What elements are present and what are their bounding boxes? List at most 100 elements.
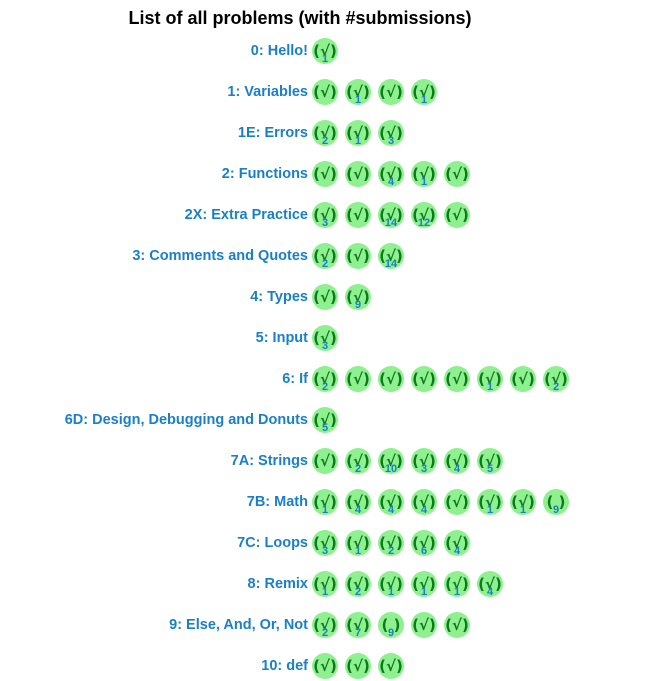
submission-status-mark: (√) (511, 370, 535, 388)
problem-link[interactable]: 7C: Loops (0, 535, 312, 551)
unsolved-submission-icon[interactable]: ( ) 9 (543, 489, 569, 516)
solved-submission-icon[interactable]: (√) 1 (312, 38, 338, 65)
solved-submission-icon[interactable]: (√) (378, 79, 404, 105)
solved-submission-icon[interactable]: (√) (444, 489, 470, 515)
solved-submission-icon[interactable]: (√) 1 (312, 571, 338, 598)
submission-badges: (√) 2 (√) 7 ( ) 9 (√) (√) (312, 612, 477, 639)
solved-submission-icon[interactable]: (√) 4 (345, 489, 371, 516)
solved-submission-icon[interactable]: (√) 2 (312, 243, 338, 270)
solved-submission-icon[interactable]: (√) 3 (411, 448, 437, 475)
problem-link[interactable]: 2X: Extra Practice (0, 207, 312, 223)
submission-count: 6 (420, 545, 428, 557)
solved-submission-icon[interactable]: (√) (444, 612, 470, 638)
solved-submission-icon[interactable]: (√) (444, 202, 470, 228)
solved-submission-icon[interactable]: (√) (312, 653, 338, 679)
submission-count: 1 (420, 176, 428, 188)
problem-link[interactable]: 7A: Strings (0, 453, 312, 469)
solved-submission-icon[interactable]: (√) (312, 161, 338, 187)
solved-submission-icon[interactable]: (√) 5 (477, 448, 503, 475)
solved-submission-icon[interactable]: (√) 2 (312, 120, 338, 147)
problem-link[interactable]: 8: Remix (0, 576, 312, 592)
solved-submission-icon[interactable]: (√) (411, 366, 437, 392)
problem-link[interactable]: 5: Input (0, 330, 312, 346)
solved-submission-icon[interactable]: (√) 1 (312, 489, 338, 516)
solved-submission-icon[interactable]: (√) 3 (312, 530, 338, 557)
solved-submission-icon[interactable]: (√) 2 (345, 571, 371, 598)
solved-submission-icon[interactable]: (√) (510, 366, 536, 392)
solved-submission-icon[interactable]: (√) (411, 612, 437, 638)
problem-link[interactable]: 1E: Errors (0, 125, 312, 141)
problem-row: 5: Input (√) 3 (0, 323, 345, 353)
solved-submission-icon[interactable]: (√) (345, 366, 371, 392)
solved-submission-icon[interactable]: (√) (444, 366, 470, 392)
solved-submission-icon[interactable]: (√) 6 (411, 530, 437, 557)
submission-status-mark: (√) (313, 288, 337, 306)
solved-submission-icon[interactable]: (√) 4 (378, 161, 404, 188)
solved-submission-icon[interactable]: (√) (345, 243, 371, 269)
problem-link[interactable]: 1: Variables (0, 84, 312, 100)
solved-submission-icon[interactable]: (√) 1 (477, 366, 503, 393)
solved-submission-icon[interactable]: (√) 3 (312, 202, 338, 229)
solved-submission-icon[interactable]: (√) 4 (444, 530, 470, 557)
solved-submission-icon[interactable]: (√) 2 (312, 612, 338, 639)
solved-submission-icon[interactable]: (√) 1 (411, 571, 437, 598)
solved-submission-icon[interactable]: (√) 1 (411, 161, 437, 188)
submission-count: 4 (453, 463, 461, 475)
submission-status-mark: (√) (379, 370, 403, 388)
submission-count: 14 (384, 217, 398, 229)
solved-submission-icon[interactable]: (√) 2 (378, 530, 404, 557)
solved-submission-icon[interactable]: (√) 1 (345, 120, 371, 147)
submission-badges: (√) (√) (√) (312, 653, 411, 679)
solved-submission-icon[interactable]: (√) (312, 79, 338, 105)
problem-link[interactable]: 3: Comments and Quotes (0, 248, 312, 264)
solved-submission-icon[interactable]: (√) (378, 653, 404, 679)
solved-submission-icon[interactable]: (√) (345, 653, 371, 679)
solved-submission-icon[interactable]: (√) 3 (378, 120, 404, 147)
solved-submission-icon[interactable]: (√) 1 (477, 489, 503, 516)
problem-link[interactable]: 6: If (0, 371, 312, 387)
problem-link[interactable]: 9: Else, And, Or, Not (0, 617, 312, 633)
solved-submission-icon[interactable]: (√) 2 (312, 366, 338, 393)
solved-submission-icon[interactable]: (√) 3 (312, 325, 338, 352)
solved-submission-icon[interactable]: (√) (378, 366, 404, 392)
solved-submission-icon[interactable]: (√) 14 (378, 202, 404, 229)
solved-submission-icon[interactable]: (√) 7 (345, 612, 371, 639)
problem-row: 6: If (√) 2 (√) (√) (√) (√) (√) 1 (√) (√) 2 (0, 364, 576, 394)
solved-submission-icon[interactable]: (√) 4 (444, 448, 470, 475)
solved-submission-icon[interactable]: (√) 4 (411, 489, 437, 516)
submission-count: 4 (387, 504, 395, 516)
submission-count: 1 (420, 586, 428, 598)
problem-link[interactable]: 6D: Design, Debugging and Donuts (0, 412, 312, 428)
submission-badges: (√) (√) (√) 4 (√) 1 (√) (312, 161, 477, 188)
solved-submission-icon[interactable]: (√) 14 (378, 243, 404, 270)
problem-link[interactable]: 2: Functions (0, 166, 312, 182)
submission-count: 2 (387, 545, 395, 557)
problem-link[interactable]: 10: def (0, 658, 312, 674)
solved-submission-icon[interactable]: (√) 1 (378, 571, 404, 598)
solved-submission-icon[interactable]: (√) (312, 284, 338, 310)
problem-link[interactable]: 0: Hello! (0, 43, 312, 59)
solved-submission-icon[interactable]: (√) 4 (378, 489, 404, 516)
solved-submission-icon[interactable]: (√) 1 (411, 79, 437, 106)
problem-link[interactable]: 4: Types (0, 289, 312, 305)
solved-submission-icon[interactable]: (√) (345, 202, 371, 228)
solved-submission-icon[interactable]: (√) 5 (312, 407, 338, 434)
solved-submission-icon[interactable]: (√) 10 (378, 448, 404, 475)
solved-submission-icon[interactable]: (√) 1 (345, 530, 371, 557)
submission-count: 1 (420, 94, 428, 106)
solved-submission-icon[interactable]: (√) 9 (345, 284, 371, 311)
submission-status-mark: (√) (445, 370, 469, 388)
solved-submission-icon[interactable]: (√) 1 (345, 79, 371, 106)
submission-count: 1 (321, 586, 329, 598)
solved-submission-icon[interactable]: (√) 1 (510, 489, 536, 516)
solved-submission-icon[interactable]: (√) (312, 448, 338, 474)
solved-submission-icon[interactable]: (√) 1 (444, 571, 470, 598)
problem-link[interactable]: 7B: Math (0, 494, 312, 510)
unsolved-submission-icon[interactable]: ( ) 9 (378, 612, 404, 639)
solved-submission-icon[interactable]: (√) (444, 161, 470, 187)
solved-submission-icon[interactable]: (√) 12 (411, 202, 437, 229)
solved-submission-icon[interactable]: (√) 2 (345, 448, 371, 475)
solved-submission-icon[interactable]: (√) 4 (477, 571, 503, 598)
solved-submission-icon[interactable]: (√) 2 (543, 366, 569, 393)
solved-submission-icon[interactable]: (√) (345, 161, 371, 187)
